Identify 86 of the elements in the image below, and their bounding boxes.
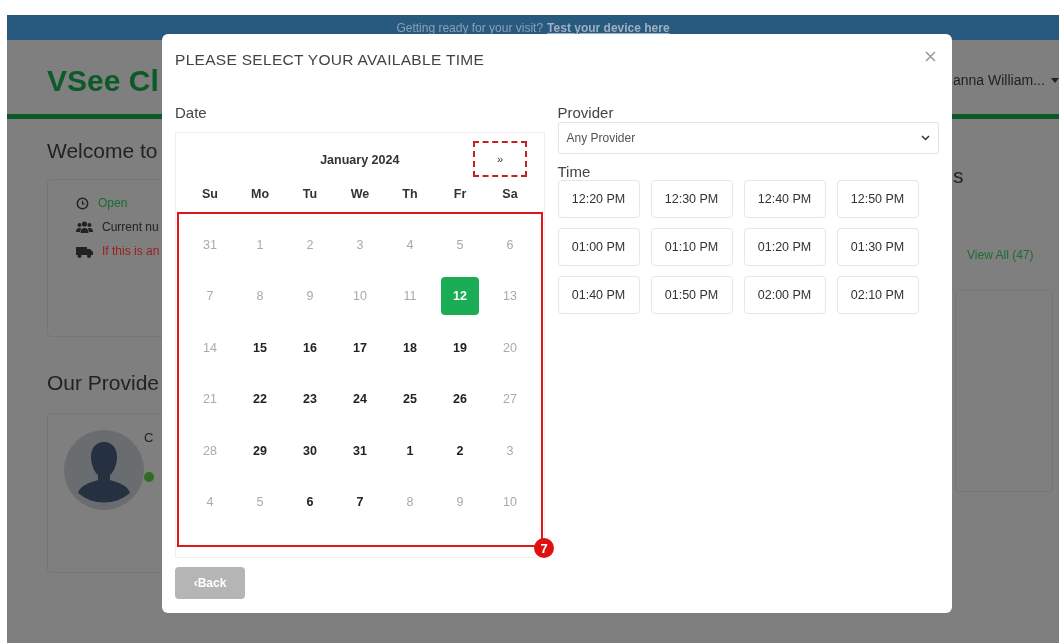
calendar-day: 31 [191, 225, 229, 264]
calendar-day: 4 [391, 225, 429, 264]
weekday-label: We [349, 187, 371, 203]
month-title: January 2024 [320, 153, 400, 167]
clock-icon [76, 196, 89, 210]
calendar-day[interactable]: 7 [341, 483, 379, 522]
calendar-day: 9 [291, 277, 329, 316]
calendar-day: 11 [391, 277, 429, 316]
emergency-text: If this is an [102, 244, 160, 258]
calendar-day[interactable]: 16 [291, 328, 329, 367]
time-slot-button[interactable]: 12:30 PM [650, 180, 733, 218]
calendar-day: 4 [191, 483, 229, 522]
calendar-day[interactable]: 30 [291, 431, 329, 470]
provider-select[interactable]: Any Provider [557, 122, 939, 154]
user-menu[interactable]: anna William... [953, 72, 1059, 88]
modal-title: PLEASE SELECT YOUR AVAILABLE TIME [175, 51, 485, 69]
calendar-day[interactable]: 6 [291, 483, 329, 522]
calendar-day: 14 [191, 328, 229, 367]
calendar-day: 1 [241, 225, 279, 264]
calendar-day: 3 [341, 225, 379, 264]
calendar-day: 27 [491, 380, 529, 419]
time-slot-button[interactable]: 01:40 PM [557, 276, 640, 314]
calendar-day: 13 [491, 277, 529, 316]
time-slot-button[interactable]: 01:30 PM [836, 228, 919, 266]
calendar-day[interactable]: 2 [441, 431, 479, 470]
calendar-day: 21 [191, 380, 229, 419]
provider-label: Provider [557, 104, 615, 123]
provider-name: C [144, 430, 154, 445]
section-heading: s [953, 164, 964, 188]
calendar-day[interactable]: 19 [441, 328, 479, 367]
time-slot-button[interactable]: 12:50 PM [836, 180, 919, 218]
weekday-label: Tu [301, 187, 319, 203]
weekday-label: Su [201, 187, 219, 203]
welcome-heading: Welcome to [47, 139, 159, 163]
time-slot-button[interactable]: 01:00 PM [557, 228, 640, 266]
weekday-label: Mo [249, 187, 271, 203]
time-slot-button[interactable]: 12:20 PM [557, 180, 640, 218]
close-icon [925, 51, 936, 62]
caret-icon [1050, 77, 1059, 83]
annotation-badge: 7 [534, 538, 554, 558]
calendar-day[interactable]: 25 [391, 380, 429, 419]
time-slot-button[interactable]: 12:40 PM [743, 180, 826, 218]
calendar-day: 10 [491, 483, 529, 522]
calendar-day[interactable]: 18 [391, 328, 429, 367]
time-label: Time [557, 163, 592, 182]
calendar-day[interactable]: 17 [341, 328, 379, 367]
calendar-day[interactable]: 24 [341, 380, 379, 419]
time-slot-button[interactable]: 02:10 PM [836, 276, 919, 314]
open-status: Open [98, 196, 128, 210]
calendar-day: 6 [491, 225, 529, 264]
weekday-label: Fr [452, 187, 468, 203]
time-slot-button[interactable]: 01:20 PM [743, 228, 826, 266]
calendar-day[interactable]: 29 [241, 431, 279, 470]
calendar-day[interactable]: 23 [291, 380, 329, 419]
banner-text: Getting ready for your visit? [396, 20, 544, 35]
clinic-logo: VSee Cl [47, 64, 160, 98]
time-slot-button[interactable]: 02:00 PM [743, 276, 826, 314]
providers-heading: Our Provide [47, 371, 161, 395]
calendar-day[interactable]: 31 [341, 431, 379, 470]
next-month-button[interactable]: » [490, 151, 510, 167]
calendar-day[interactable]: 26 [441, 380, 479, 419]
queue-text: Current nu [102, 220, 159, 234]
calendar-day: 7 [191, 277, 229, 316]
time-slot-button[interactable]: 01:50 PM [650, 276, 733, 314]
ambulance-icon [76, 244, 93, 258]
calendar-day: 10 [341, 277, 379, 316]
calendar-day: 2 [291, 225, 329, 264]
calendar-day: 5 [241, 483, 279, 522]
calendar-day: 20 [491, 328, 529, 367]
calendar-day: 9 [441, 483, 479, 522]
calendar-day[interactable]: 22 [241, 380, 279, 419]
online-dot [144, 472, 154, 482]
weekday-label: Th [401, 187, 419, 203]
calendar-day: 8 [241, 277, 279, 316]
calendar-day: 5 [441, 225, 479, 264]
weekday-label: Sa [501, 187, 519, 203]
avatar-icon [64, 430, 144, 510]
calendar-day: 3 [491, 431, 529, 470]
calendar-day: 8 [391, 483, 429, 522]
calendar-day[interactable]: 1 [391, 431, 429, 470]
time-slot-button[interactable]: 01:10 PM [650, 228, 733, 266]
calendar-day: 28 [191, 431, 229, 470]
calendar-day[interactable]: 15 [241, 328, 279, 367]
date-label: Date [175, 104, 208, 123]
chevron-icon [921, 135, 930, 141]
people-icon [76, 220, 93, 234]
